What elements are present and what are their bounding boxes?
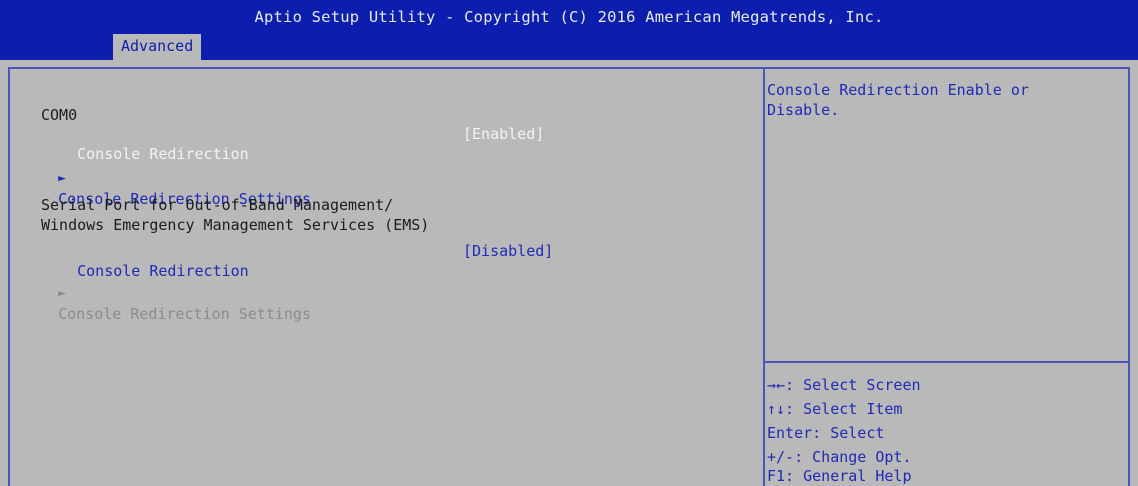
console-redirection-value[interactable]: [Enabled] bbox=[463, 124, 544, 144]
help-key-general-help: F1: General Help bbox=[767, 467, 912, 485]
submenu-arrow-icon: ► bbox=[58, 171, 66, 186]
help-divider-horizontal bbox=[765, 361, 1130, 363]
app-title: Aptio Setup Utility - Copyright (C) 2016… bbox=[254, 8, 884, 26]
submenu-arrow-icon: ► bbox=[58, 286, 66, 301]
ems-console-redirection-settings-label: Console Redirection Settings bbox=[58, 305, 311, 323]
help-key-select-screen: →←: Select Screen bbox=[767, 376, 921, 394]
help-key-select-item: ↑↓: Select Item bbox=[767, 400, 903, 418]
tab-advanced[interactable]: Advanced bbox=[113, 34, 202, 60]
help-key-change-opt: +/-: Change Opt. bbox=[767, 448, 912, 466]
title-bar: Aptio Setup Utility - Copyright (C) 2016… bbox=[0, 0, 1138, 60]
tab-advanced-label: Advanced bbox=[121, 37, 194, 55]
help-key-enter: Enter: Select bbox=[767, 424, 885, 442]
ems-console-redirection-settings-link: ► Console Redirection Settings bbox=[22, 262, 311, 344]
help-description: Console Redirection Enable or Disable. bbox=[767, 81, 1029, 119]
ems-heading-line1: Serial Port for Out-of-Band Management/ bbox=[41, 196, 394, 214]
panel-divider-vertical bbox=[763, 67, 765, 486]
ems-console-redirection-value[interactable]: [Disabled] bbox=[463, 241, 553, 261]
ems-heading-line2: Windows Emergency Management Services (E… bbox=[41, 216, 430, 234]
section-com0-label: COM0 bbox=[41, 106, 78, 124]
